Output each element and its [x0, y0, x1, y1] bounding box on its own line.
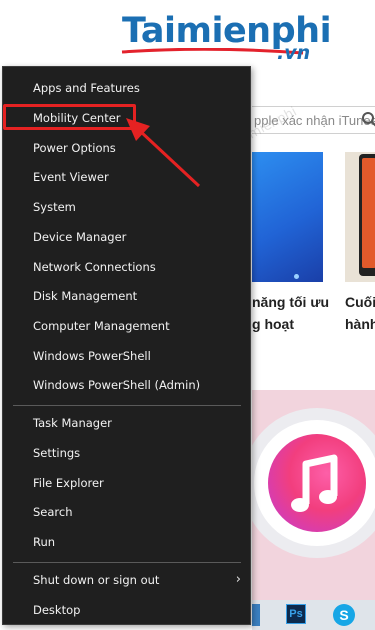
- menu-item-computer-management[interactable]: Computer Management: [3, 311, 250, 341]
- chevron-right-icon: ›: [235, 572, 241, 587]
- menu-item-system[interactable]: System: [3, 192, 250, 222]
- menu-item-power-options[interactable]: Power Options: [3, 133, 250, 163]
- itunes-icon: [252, 408, 375, 558]
- photoshop-icon[interactable]: Ps: [286, 604, 306, 624]
- article-thumbnail-2[interactable]: [345, 152, 375, 282]
- article-title-1-line2[interactable]: g hoạt: [252, 313, 294, 335]
- menu-item-windows-powershell[interactable]: Windows PowerShell: [3, 341, 250, 371]
- menu-separator: [13, 405, 241, 406]
- taskbar: Ps S: [252, 600, 375, 630]
- menu-item-settings[interactable]: Settings: [3, 438, 250, 468]
- menu-item-label: Shut down or sign out: [33, 573, 160, 587]
- article-thumbnail-1[interactable]: [252, 152, 323, 282]
- menu-item-run[interactable]: Run: [3, 527, 250, 557]
- menu-item-event-viewer[interactable]: Event Viewer: [3, 162, 250, 192]
- menu-item-search[interactable]: Search: [3, 497, 250, 527]
- menu-item-task-manager[interactable]: Task Manager: [3, 408, 250, 438]
- article-title-2-line2[interactable]: hành: [345, 313, 375, 335]
- menu-item-windows-powershell-admin[interactable]: Windows PowerShell (Admin): [3, 370, 250, 400]
- search-icon[interactable]: [361, 111, 375, 129]
- menu-item-network-connections[interactable]: Network Connections: [3, 252, 250, 282]
- taskbar-app[interactable]: [252, 604, 260, 626]
- menu-item-disk-management[interactable]: Disk Management: [3, 281, 250, 311]
- article-title-1-line1[interactable]: năng tối ưu: [252, 291, 329, 313]
- itunes-image[interactable]: [252, 390, 375, 600]
- menu-separator: [13, 562, 241, 563]
- menu-item-shut-down-or-sign-out[interactable]: Shut down or sign out ›: [3, 565, 250, 595]
- menu-item-desktop[interactable]: Desktop: [3, 595, 250, 625]
- menu-item-device-manager[interactable]: Device Manager: [3, 222, 250, 252]
- highlight-box: [3, 104, 136, 130]
- power-user-menu: Apps and Features Mobility Center Power …: [2, 66, 251, 625]
- skype-icon[interactable]: S: [333, 604, 355, 626]
- menu-item-file-explorer[interactable]: File Explorer: [3, 468, 250, 498]
- article-title-2-line1[interactable]: Cuối: [345, 291, 375, 313]
- logo-domain: .vn: [277, 42, 311, 64]
- menu-item-apps-and-features[interactable]: Apps and Features: [3, 73, 250, 103]
